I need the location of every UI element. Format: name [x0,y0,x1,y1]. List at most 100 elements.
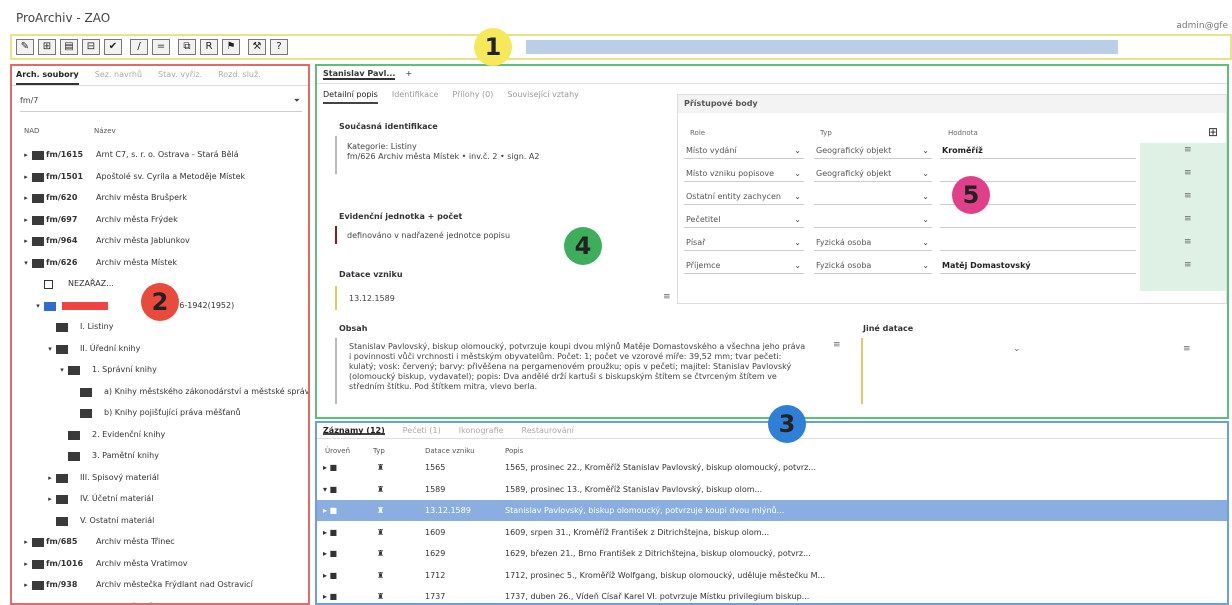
tab-record[interactable]: Stanislav Pavl... [323,69,396,80]
help-button[interactable]: ? [270,39,288,55]
record-row[interactable]: ▸ ■ ♜ 1565 1565, prosinec 22., Kroměříž Sta… [317,457,1227,478]
print-icon[interactable]: ⊟ [82,39,100,55]
level-icon[interactable]: ▸ ■ [323,522,337,543]
tree-item[interactable]: ▸ fm/685 Archiv města Třinec [12,533,302,551]
copy-icon[interactable]: ⧉ [178,39,196,55]
obsah-menu-icon[interactable]: ≡ [833,340,841,350]
funnel-icon[interactable]: ⏷ [294,96,300,106]
add-tab-button[interactable]: + [405,69,412,80]
dropdown-icon[interactable]: ⌄ [922,212,929,228]
tab-peceti[interactable]: Pečeti (1) [403,426,441,435]
tab-restaurovani[interactable]: Restaurování [522,426,574,435]
bookmark-icon[interactable]: ⚑ [222,39,240,55]
tab-ikonografie[interactable]: Ikonografie [459,426,504,435]
tab-rozd-sluz[interactable]: Rozd. služ. [218,70,261,85]
record-row[interactable]: ▸ ■ ♜ 1629 1629, březen 21., Brno František… [317,543,1227,564]
pb-typ-select[interactable]: ⌄ [814,189,932,205]
tree-item[interactable]: ▸ III. Spisový materiál [12,469,302,487]
jine-menu-icon[interactable]: ≡ [1183,344,1191,354]
record-row[interactable]: ▸ ■ ♜ 13.12.1589 Stanislav Pavlovský, bisku… [317,500,1227,521]
level-icon[interactable]: ▸ ■ [323,565,337,586]
wrench-icon[interactable]: ⚒ [248,39,266,55]
expand-arrow-icon[interactable]: ▸ [22,576,30,594]
dropdown-icon[interactable]: ⌄ [922,258,929,274]
tab-identifikace[interactable]: Identifikace [392,90,439,104]
row-menu-icon[interactable]: ≡ [1184,168,1192,178]
pb-typ-select[interactable]: Geografický objekt ⌄ [814,143,932,159]
pb-role-select[interactable]: Místo vydání ⌄ [684,143,804,159]
row-menu-icon[interactable]: ≡ [1184,214,1192,224]
edit-icon[interactable]: ✎ [16,39,34,55]
tree-item[interactable]: ▸ fm/620 Archiv města Brušperk [12,189,302,207]
expand-arrow-icon[interactable]: ▸ [46,469,54,487]
record-row[interactable]: ▸ ■ ♜ 1712 1712, prosinec 5., Kroměříž Wolf… [317,565,1227,586]
pb-role-select[interactable]: Ostatní entity zachycen ⌄ [684,189,804,205]
pb-typ-select[interactable]: Geografický objekt ⌄ [814,166,932,182]
pb-typ-select[interactable]: Fyzická osoba ⌄ [814,258,932,274]
tab-arch-soubory[interactable]: Arch. soubory [16,70,79,85]
record-row[interactable]: ▸ ■ ♜ 1737 1737, duben 26., Vídeň Císař Kar… [317,586,1227,603]
tree-item[interactable]: ▾ fm/626 Archiv města Místek [12,254,302,272]
level-icon[interactable]: ▾ ■ [323,479,337,500]
obsah-text[interactable]: Stanislav Pavlovský, biskup olomoucký, p… [349,342,809,404]
row-menu-icon[interactable]: ≡ [1184,191,1192,201]
dropdown-icon[interactable]: ⌄ [794,189,801,205]
tab-detailni-popis[interactable]: Detailní popis [323,90,378,104]
pb-role-select[interactable]: Místo vzniku popisove ⌄ [684,166,804,182]
tree-scrollbar[interactable] [300,146,306,603]
level-icon[interactable]: ▸ ■ [323,543,337,564]
dropdown-icon[interactable]: ⌄ [794,143,801,159]
tree-item[interactable]: 2. Evidenční knihy [12,426,302,444]
expand-arrow-icon[interactable]: ▸ [22,555,30,573]
tree-item[interactable]: ▸ fm/1501 Apoštolé sv. Cyrila a Metoděje M… [12,168,302,186]
r-button[interactable]: R [200,39,218,55]
pen-icon[interactable]: / [130,39,148,55]
expand-arrow-icon[interactable]: ▸ [22,232,30,250]
record-row[interactable]: ▾ ■ ♜ 1589 1589, prosinec 13., Kroměříž Sta… [317,479,1227,500]
date-menu-icon[interactable]: ≡ [663,292,671,302]
tree-item[interactable]: ▾ II. Úřední knihy [12,340,302,358]
pb-role-select[interactable]: Pečetitel ⌄ [684,212,804,228]
expand-arrow-icon[interactable]: ▸ [22,146,30,164]
check-icon[interactable]: ✔ [104,39,122,55]
expand-arrow-icon[interactable]: ▾ [34,297,42,315]
pb-typ-select[interactable]: Fyzická osoba ⌄ [814,235,932,251]
pb-value-field[interactable] [940,235,1136,251]
tree-item[interactable]: ▸ fm/1016 Archiv města Vratimov [12,555,302,573]
tab-stav-vyriz[interactable]: Stav. vyřiz. [158,70,202,85]
dropdown-icon[interactable]: ⌄ [922,166,929,182]
dropdown-icon[interactable]: ⌄ [922,189,929,205]
level-icon[interactable]: ▸ ■ [323,457,337,478]
date-value[interactable]: 13.12.1589 [349,294,395,304]
expand-arrow-icon[interactable]: ▸ [46,490,54,508]
tree-item[interactable]: ▸ fm/938 Archiv městečka Frýdlant nad Ostr… [12,576,302,594]
dropdown-icon[interactable]: ⌄ [794,166,801,182]
tree-item[interactable]: V. Ostatní materiál [12,512,302,530]
expand-arrow-icon[interactable]: ▸ [22,598,30,604]
tree-item[interactable]: 3. Pamětní knihy [12,447,302,465]
tab-prilohy[interactable]: Přílohy (0) [452,90,493,104]
expand-arrow-icon[interactable]: ▸ [22,168,30,186]
tree-item[interactable]: ▾ 1. Správní knihy [12,361,302,379]
filter-input[interactable]: fm/7 ⏷ [20,96,302,112]
pb-add-icon[interactable]: ⊞ [1208,125,1218,139]
expand-arrow-icon[interactable]: ▾ [58,361,66,379]
equals-icon[interactable]: = [152,39,170,55]
dropdown-icon[interactable]: ⌄ [922,235,929,251]
pb-value-field[interactable] [940,212,1136,228]
expand-arrow-icon[interactable]: ▾ [22,254,30,272]
dropdown-icon[interactable]: ⌄ [794,235,801,251]
dropdown-icon[interactable]: ⌄ [794,212,801,228]
expand-arrow-icon[interactable]: ▾ [46,340,54,358]
pb-role-select[interactable]: Příjemce ⌄ [684,258,804,274]
expand-arrow-icon[interactable]: ▸ [22,189,30,207]
row-menu-icon[interactable]: ≡ [1184,237,1192,247]
pb-typ-select[interactable]: ⌄ [814,212,932,228]
tree-item[interactable]: ▸ fm/965 Archiv městečka Paskov [12,598,302,604]
tab-zaznamy[interactable]: Záznamy (12) [323,426,385,435]
tree-item[interactable]: b) Knihy pojišťující práva měšťanů [12,404,302,422]
user-label[interactable]: admin@gfe [1176,21,1228,31]
row-menu-icon[interactable]: ≡ [1184,145,1192,155]
add-icon[interactable]: ⊞ [38,39,56,55]
jine-dropdown-icon[interactable]: ⌄ [1013,344,1021,354]
